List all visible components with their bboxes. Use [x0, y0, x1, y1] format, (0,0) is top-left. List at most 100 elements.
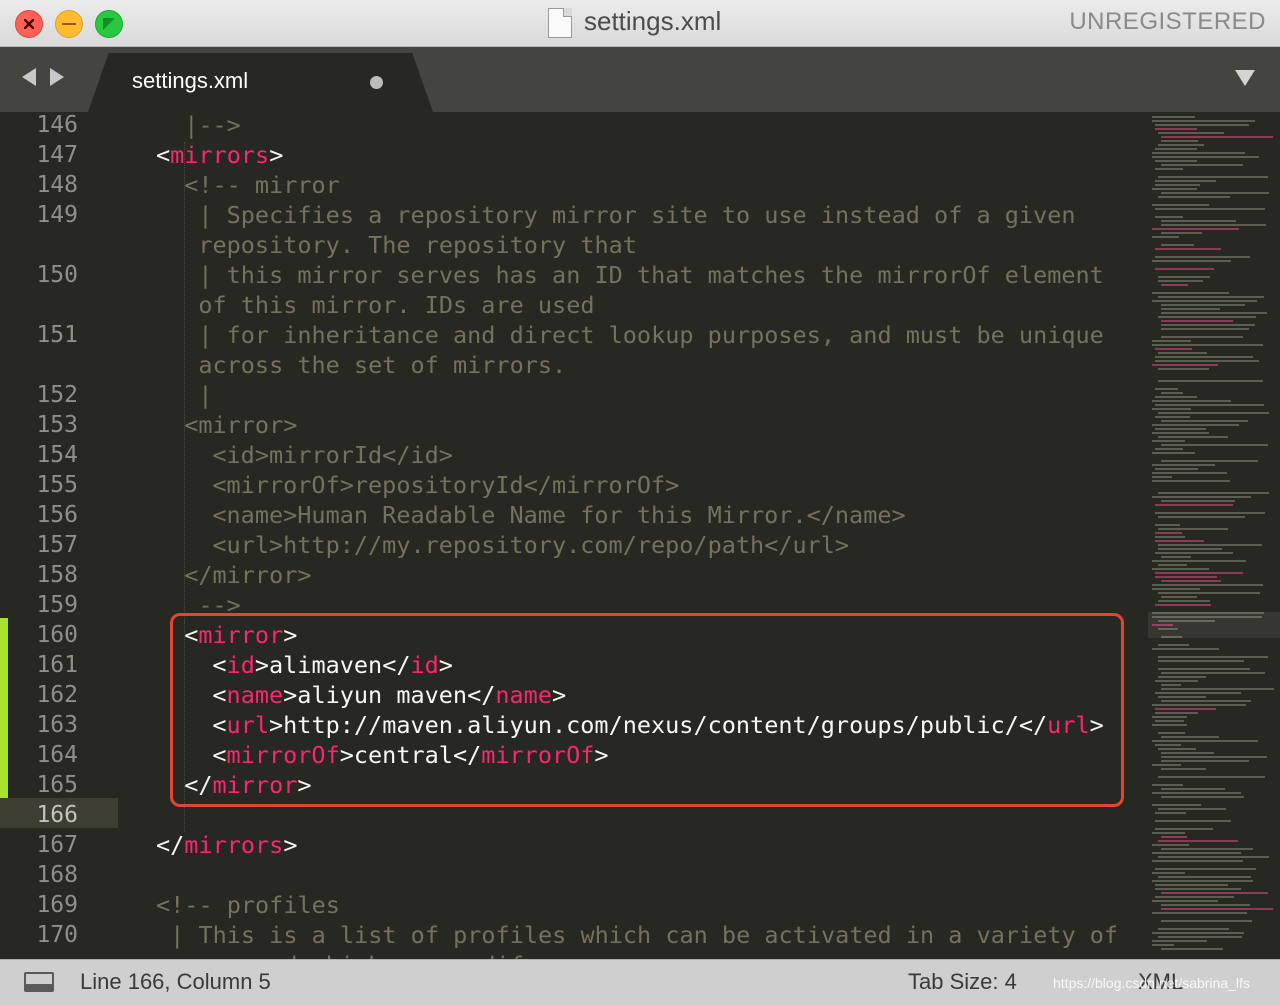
minimap-line — [1155, 428, 1206, 430]
code-line[interactable]: |--> — [184, 112, 241, 140]
minimap-line — [1161, 224, 1266, 226]
minimap-line — [1152, 716, 1187, 718]
xml-tag-name: mirrors — [170, 141, 270, 169]
comment-text: <mirrorOf>repositoryId</mirrorOf> — [212, 471, 680, 499]
code-line[interactable]: ways, and which can modify — [156, 950, 538, 959]
minimap-line — [1155, 388, 1178, 390]
tab-navigation — [22, 64, 72, 92]
comment-text: </mirror> — [184, 561, 312, 589]
minimap-line — [1152, 236, 1179, 238]
code-line[interactable]: | This is a list of profiles which can b… — [156, 920, 1118, 950]
minimap-viewport[interactable] — [1148, 612, 1280, 638]
chevron-down-icon[interactable] — [1235, 70, 1255, 86]
code-line[interactable]: <id>mirrorId</id> — [212, 440, 453, 470]
tab-size[interactable]: Tab Size: 4 — [908, 969, 1017, 995]
minimap-line — [1155, 720, 1184, 722]
code-line[interactable]: repository. The repository that — [184, 230, 637, 260]
code-token: > — [269, 141, 284, 169]
arrow-right-icon[interactable] — [50, 68, 64, 86]
minimap-line — [1158, 696, 1206, 698]
minimap-line — [1161, 556, 1191, 558]
code-line[interactable]: <mirrorOf>repositoryId</mirrorOf> — [212, 470, 679, 500]
minimap-line — [1161, 580, 1221, 582]
cursor-position[interactable]: Line 166, Column 5 — [80, 969, 271, 995]
comment-text: <url>http://my.repository.com/repo/path<… — [212, 531, 850, 559]
indent-guide — [184, 142, 185, 622]
code-line[interactable]: <name>Human Readable Name for this Mirro… — [212, 500, 905, 530]
minimap-line — [1152, 844, 1189, 846]
code-line[interactable]: <mirror> — [184, 410, 297, 440]
minimap-line — [1161, 392, 1183, 394]
code-line[interactable]: </mirror> — [184, 560, 311, 590]
minimap-line — [1158, 436, 1228, 438]
minimap-line — [1155, 680, 1198, 682]
minimap-line — [1152, 852, 1241, 854]
minimap-line — [1152, 584, 1263, 586]
code-line[interactable]: <mirrors> — [156, 140, 283, 170]
minimap-line — [1161, 232, 1202, 234]
minimap-line — [1155, 248, 1221, 250]
tab-label[interactable]: settings.xml — [132, 68, 248, 94]
zoom-window-button[interactable] — [95, 10, 123, 38]
minimap-line — [1158, 564, 1187, 566]
minimap-line — [1152, 912, 1247, 914]
minimap-line — [1155, 708, 1216, 710]
code-token: </ — [156, 831, 185, 859]
minimap-line — [1158, 196, 1230, 198]
minimap-line — [1155, 820, 1231, 822]
code-line[interactable]: | Specifies a repository mirror site to … — [184, 200, 1075, 230]
minimap-line — [1161, 136, 1273, 138]
minimap-line — [1158, 592, 1260, 594]
close-window-button[interactable] — [15, 10, 43, 38]
minimap-line — [1152, 152, 1245, 154]
code-editor[interactable]: 146 147 148 149 150 151 152 153 154 155 156 157 158 1… — [0, 112, 1280, 959]
minimap-line — [1152, 156, 1259, 158]
license-status: UNREGISTERED — [1069, 8, 1266, 35]
unsaved-indicator-icon[interactable] — [370, 76, 383, 89]
minimap-line — [1161, 752, 1214, 754]
line-number: 154 — [36, 442, 78, 468]
minimize-window-button[interactable] — [55, 10, 83, 38]
minimap-line — [1152, 944, 1174, 946]
minimap-line — [1152, 188, 1197, 190]
minimap-line — [1155, 868, 1256, 870]
minimap-line — [1161, 836, 1187, 838]
minimap-line — [1158, 808, 1226, 810]
code-line[interactable]: </mirrors> — [156, 830, 298, 860]
code-line[interactable]: <url>http://my.repository.com/repo/path<… — [212, 530, 849, 560]
line-number: 146 — [36, 112, 78, 138]
code-line[interactable]: across the set of mirrors. — [184, 350, 566, 380]
code-line[interactable]: <!-- mirror — [184, 170, 340, 200]
minimap-line — [1155, 128, 1197, 130]
minimap[interactable] — [1148, 112, 1280, 959]
code-line[interactable]: | this mirror serves has an ID that matc… — [184, 260, 1104, 290]
minimap-line — [1155, 468, 1198, 470]
minimap-line — [1155, 208, 1265, 210]
code-line[interactable]: <!-- profiles — [156, 890, 340, 920]
minimap-line — [1152, 880, 1253, 882]
minimap-line — [1152, 860, 1243, 862]
minimap-line — [1152, 704, 1246, 706]
comment-text: | — [184, 381, 213, 409]
panel-toggle-icon[interactable] — [24, 972, 54, 992]
status-bar: Line 166, Column 5 Tab Size: 4 XML https… — [0, 959, 1280, 1005]
minimap-line — [1155, 448, 1183, 450]
line-number: 162 — [36, 682, 78, 708]
minimap-line — [1152, 792, 1241, 794]
minimap-line — [1161, 736, 1219, 738]
arrow-left-icon[interactable] — [22, 68, 36, 86]
minimap-line — [1161, 760, 1249, 762]
code-line[interactable]: of this mirror. IDs are used — [184, 290, 594, 320]
code-line[interactable]: | — [184, 380, 212, 410]
minimap-line — [1161, 904, 1250, 906]
comment-text: ways, and which can modify — [156, 951, 538, 959]
line-number: 159 — [36, 592, 78, 618]
minimap-line — [1152, 496, 1251, 498]
minimap-line — [1155, 216, 1183, 218]
minimap-line — [1152, 560, 1246, 562]
minimap-line — [1152, 764, 1181, 766]
code-line[interactable]: | for inheritance and direct lookup purp… — [184, 320, 1104, 350]
minimap-line — [1155, 356, 1253, 358]
minimap-line — [1161, 796, 1244, 798]
minimap-line — [1158, 280, 1203, 282]
